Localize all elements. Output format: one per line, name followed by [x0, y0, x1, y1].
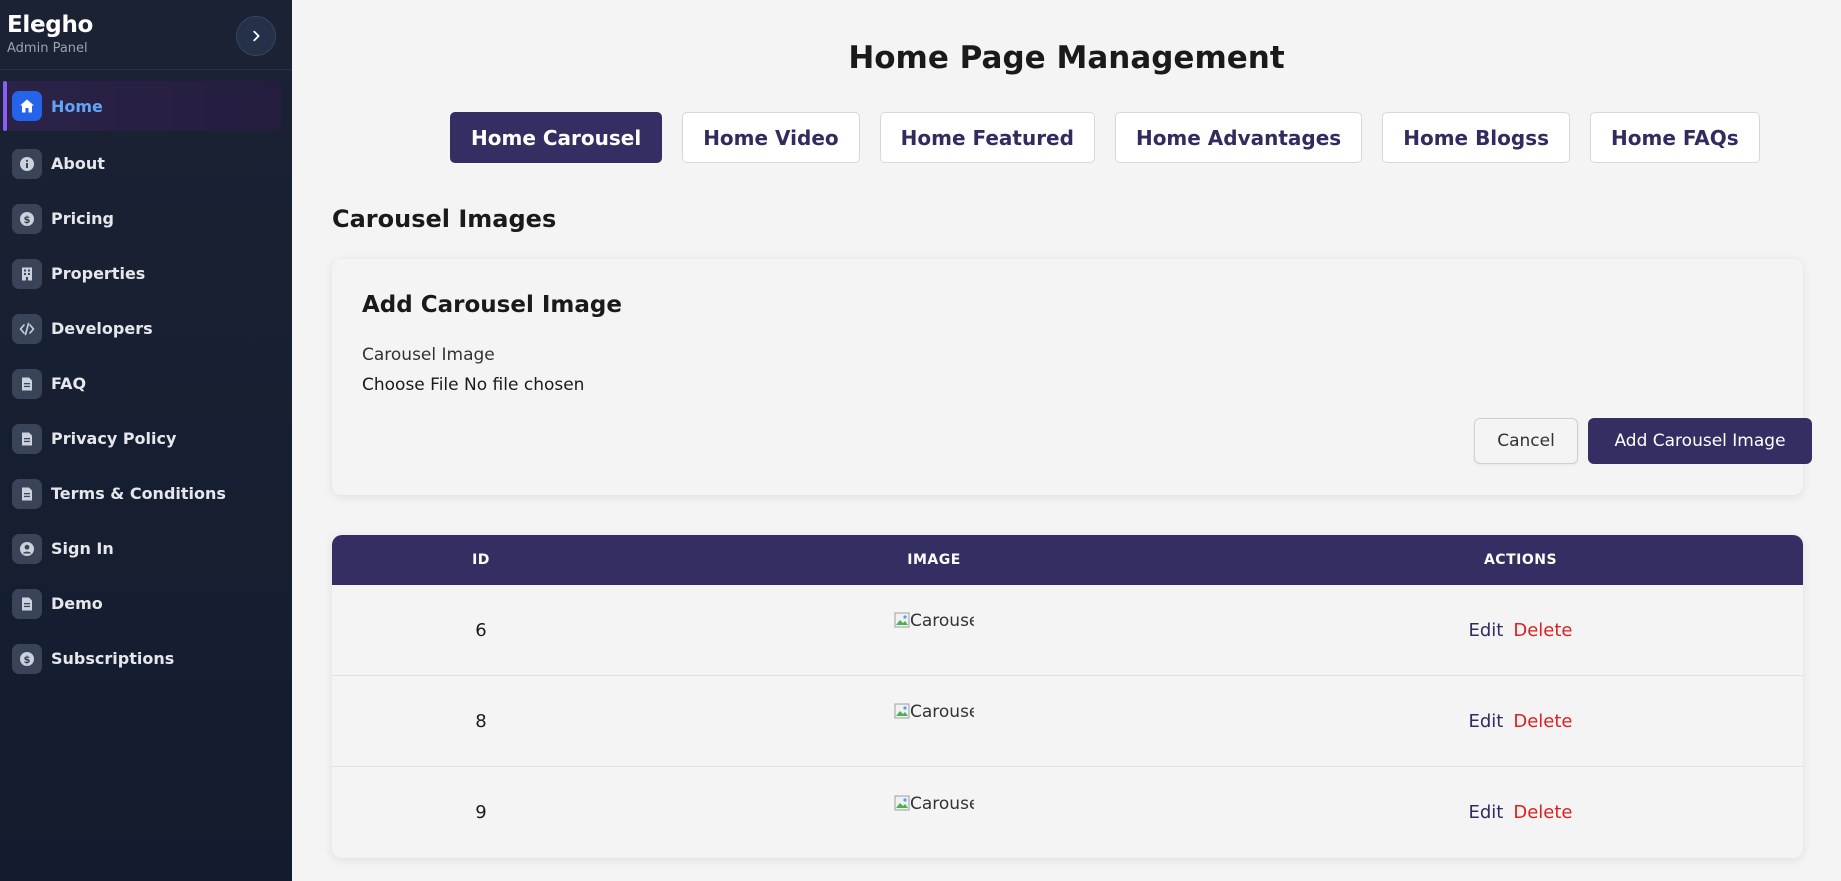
carousel-image: Carousel [894, 702, 974, 726]
row-id: 8 [475, 710, 487, 732]
document-icon [12, 478, 42, 509]
sidebar-item-terms[interactable]: Terms & Conditions [0, 466, 292, 521]
carousel-table: ID IMAGE ACTIONS 6 Carousel Edit Delete … [332, 535, 1803, 858]
sidebar-item-label: Terms & Conditions [51, 484, 226, 503]
table-row: 6 Carousel Edit Delete [332, 585, 1803, 676]
sidebar-item-label: FAQ [51, 374, 87, 393]
sidebar-item-label: Privacy Policy [51, 429, 177, 448]
table-header: ID IMAGE ACTIONS [332, 535, 1803, 585]
sidebar-item-demo[interactable]: Demo [0, 576, 292, 631]
sidebar-toggle-button[interactable] [236, 16, 276, 56]
divider [0, 69, 292, 70]
column-header-id: ID [472, 552, 490, 568]
add-carousel-image-button[interactable]: Add Carousel Image [1588, 418, 1812, 464]
tab-bar: Home Carousel Home Video Home Featured H… [450, 112, 1780, 163]
choose-file-button[interactable]: Choose File [362, 375, 459, 395]
code-icon [12, 313, 42, 344]
chevron-right-icon [253, 30, 260, 42]
edit-button[interactable]: Edit [1468, 711, 1503, 732]
sidebar-nav: Home About $ Pricing Properties Develope… [0, 81, 292, 686]
image-cell: Carousel [630, 611, 1238, 635]
svg-text:$: $ [24, 654, 31, 665]
tab-home-carousel[interactable]: Home Carousel [450, 112, 663, 163]
sidebar-item-label: Subscriptions [51, 649, 175, 668]
row-id: 9 [475, 802, 487, 823]
home-icon [12, 91, 42, 121]
image-cell: Carousel [630, 702, 1238, 726]
sidebar-item-label: Properties [51, 264, 146, 283]
info-icon [12, 148, 42, 179]
sidebar-item-label: About [51, 154, 105, 173]
user-circle-icon [12, 533, 42, 564]
sidebar-item-privacy-policy[interactable]: Privacy Policy [0, 411, 292, 466]
file-status: No file chosen [464, 375, 585, 395]
tab-home-blogs[interactable]: Home Blogss [1382, 112, 1571, 163]
sidebar: Elegho Admin Panel Home About $ Pricing [0, 0, 292, 881]
row-actions: Edit Delete [1238, 802, 1803, 823]
sidebar-item-pricing[interactable]: $ Pricing [0, 191, 292, 246]
delete-button[interactable]: Delete [1513, 802, 1572, 823]
building-icon [12, 258, 42, 289]
sidebar-item-properties[interactable]: Properties [0, 246, 292, 301]
document-icon [12, 588, 42, 619]
sidebar-item-sign-in[interactable]: Sign In [0, 521, 292, 576]
image-alt-text: Carousel [910, 793, 974, 814]
sidebar-item-label: Demo [51, 594, 103, 613]
edit-button[interactable]: Edit [1468, 620, 1503, 641]
form-title: Add Carousel Image [362, 292, 622, 318]
broken-image-icon [894, 795, 910, 810]
sidebar-item-label: Pricing [51, 209, 114, 228]
dollar-icon: $ [12, 203, 42, 234]
broken-image-icon [894, 612, 910, 628]
svg-text:$: $ [24, 214, 31, 225]
table-row: 8 Carousel Edit Delete [332, 676, 1803, 767]
row-actions: Edit Delete [1238, 620, 1803, 641]
document-icon [12, 423, 42, 454]
image-alt-text: Carousel [910, 702, 974, 722]
sidebar-item-developers[interactable]: Developers [0, 301, 292, 356]
add-carousel-form: Add Carousel Image Carousel Image Choose… [332, 259, 1812, 495]
carousel-image: Carousel [894, 611, 974, 635]
delete-button[interactable]: Delete [1513, 711, 1572, 732]
brand-name: Elegho [7, 12, 94, 38]
broken-image-icon [894, 703, 910, 719]
tab-home-featured[interactable]: Home Featured [879, 112, 1095, 163]
page-title: Home Page Management [848, 40, 1285, 76]
image-cell: Carousel [630, 794, 1238, 818]
sidebar-item-label: Home [51, 96, 103, 116]
column-header-image: IMAGE [907, 552, 961, 568]
dollar-icon: $ [12, 643, 42, 674]
table-row: 9 Carousel Edit Delete [332, 767, 1803, 858]
brand: Elegho Admin Panel [7, 12, 93, 56]
row-actions: Edit Delete [1238, 711, 1803, 732]
row-id: 6 [475, 619, 487, 641]
edit-button[interactable]: Edit [1468, 802, 1503, 823]
field-label: Carousel Image [362, 345, 495, 365]
tab-home-advantages[interactable]: Home Advantages [1114, 112, 1363, 163]
sidebar-item-label: Sign In [51, 539, 114, 558]
delete-button[interactable]: Delete [1513, 620, 1572, 641]
sidebar-item-about[interactable]: About [0, 136, 292, 191]
document-icon [12, 368, 42, 399]
sidebar-item-home[interactable]: Home [3, 81, 282, 131]
tab-home-faqs[interactable]: Home FAQs [1590, 112, 1760, 163]
column-header-actions: ACTIONS [1483, 552, 1558, 568]
sidebar-item-faq[interactable]: FAQ [0, 356, 292, 411]
section-title: Carousel Images [332, 205, 557, 233]
image-alt-text: Carousel [910, 611, 974, 631]
main-content: Home Page Management Home Carousel Home … [292, 0, 1841, 881]
tab-home-video[interactable]: Home Video [682, 112, 860, 163]
sidebar-item-label: Developers [51, 319, 153, 338]
cancel-button[interactable]: Cancel [1474, 418, 1578, 464]
file-input: Choose File No file chosen [362, 375, 584, 395]
sidebar-item-subscriptions[interactable]: $ Subscriptions [0, 631, 292, 686]
carousel-image: Carousel [894, 794, 974, 818]
brand-subtitle: Admin Panel [7, 41, 88, 56]
